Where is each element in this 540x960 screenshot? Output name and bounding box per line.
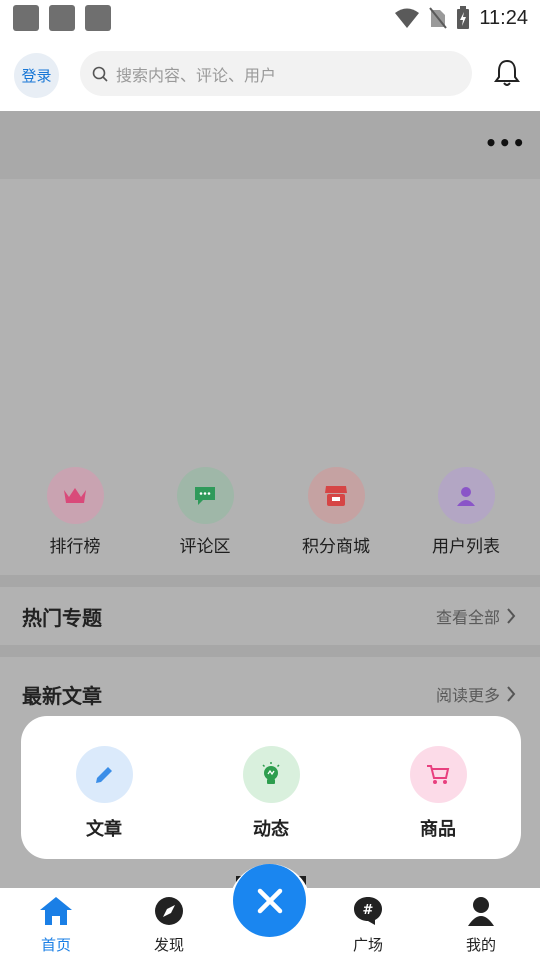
quick-link-user-list[interactable]: 用户列表	[401, 467, 531, 557]
search-placeholder: 搜索内容、评论、用户	[116, 65, 277, 85]
search-input[interactable]: 搜索内容、评论、用户	[80, 51, 472, 96]
no-sim-icon	[429, 7, 448, 29]
section-title: 热门专题	[22, 605, 102, 630]
publish-item-label: 文章	[86, 819, 122, 840]
tab-me[interactable]: 我的	[441, 896, 521, 955]
notification-square-icon	[13, 5, 39, 31]
chat-icon	[176, 467, 234, 524]
shop-icon	[307, 467, 365, 524]
publish-product-button[interactable]: 商品	[378, 746, 498, 841]
top-header: 登录 搜索内容、评论、用户	[0, 36, 540, 111]
publish-article-button[interactable]: 文章	[44, 746, 164, 841]
person-icon	[468, 897, 494, 926]
chevron-right-icon	[507, 686, 516, 702]
login-button[interactable]: 登录	[14, 53, 59, 98]
tab-label: 首页	[40, 936, 71, 954]
pencil-icon	[75, 746, 133, 803]
search-icon	[92, 66, 108, 82]
publish-item-label: 动态	[253, 819, 289, 840]
lightbulb-icon	[242, 746, 300, 803]
section-divider	[0, 645, 540, 657]
publish-popup: 文章 动态 商品	[21, 716, 521, 859]
status-bar: 11:24	[0, 0, 540, 36]
quick-link-label: 积分商城	[302, 537, 370, 557]
hashtag-icon: #	[354, 897, 382, 925]
svg-text:#: #	[363, 903, 374, 918]
status-notifications	[0, 5, 111, 31]
view-all-link[interactable]: 查看全部	[436, 604, 516, 628]
quick-link-points-mall[interactable]: 积分商城	[271, 467, 401, 557]
tab-label: 广场	[352, 936, 383, 954]
tab-label: 我的	[465, 936, 496, 954]
compass-icon	[155, 897, 183, 925]
read-more-link[interactable]: 阅读更多	[436, 682, 516, 706]
quick-link-label: 排行榜	[49, 537, 101, 557]
close-icon	[257, 888, 282, 913]
notification-square-icon	[85, 5, 111, 31]
view-all-label: 查看全部	[435, 608, 500, 627]
tab-label: 发现	[153, 936, 184, 954]
banner-area: •••	[0, 111, 540, 179]
chevron-right-icon	[507, 608, 516, 624]
user-icon	[437, 467, 495, 524]
wifi-icon	[395, 8, 420, 28]
bell-icon[interactable]	[493, 58, 521, 88]
tab-discover[interactable]: 发现	[129, 896, 209, 955]
tab-home[interactable]: 首页	[16, 896, 96, 955]
hot-topics-header: 热门专题 查看全部	[0, 587, 540, 645]
quick-link-comments[interactable]: 评论区	[140, 467, 270, 557]
section-divider	[0, 575, 540, 587]
battery-charging-icon	[457, 6, 470, 29]
quick-link-ranking[interactable]: 排行榜	[10, 467, 140, 557]
publish-item-label: 商品	[420, 819, 456, 840]
home-icon	[40, 897, 72, 925]
tab-square[interactable]: # 广场	[328, 896, 408, 955]
more-dots-icon[interactable]: •••	[485, 131, 526, 155]
read-more-label: 阅读更多	[435, 686, 500, 705]
crown-icon	[46, 467, 104, 524]
quick-links: 排行榜 评论区 积分商城 用户列表	[0, 467, 540, 575]
close-publish-button[interactable]	[233, 864, 306, 937]
section-title: 最新文章	[22, 683, 102, 708]
quick-link-label: 用户列表	[432, 537, 500, 557]
latest-articles-header: 最新文章 阅读更多	[0, 665, 540, 723]
notification-square-icon	[49, 5, 75, 31]
status-time: 11:24	[479, 6, 528, 29]
quick-link-label: 评论区	[179, 537, 231, 557]
cart-icon	[409, 746, 467, 803]
publish-post-button[interactable]: 动态	[211, 746, 331, 841]
